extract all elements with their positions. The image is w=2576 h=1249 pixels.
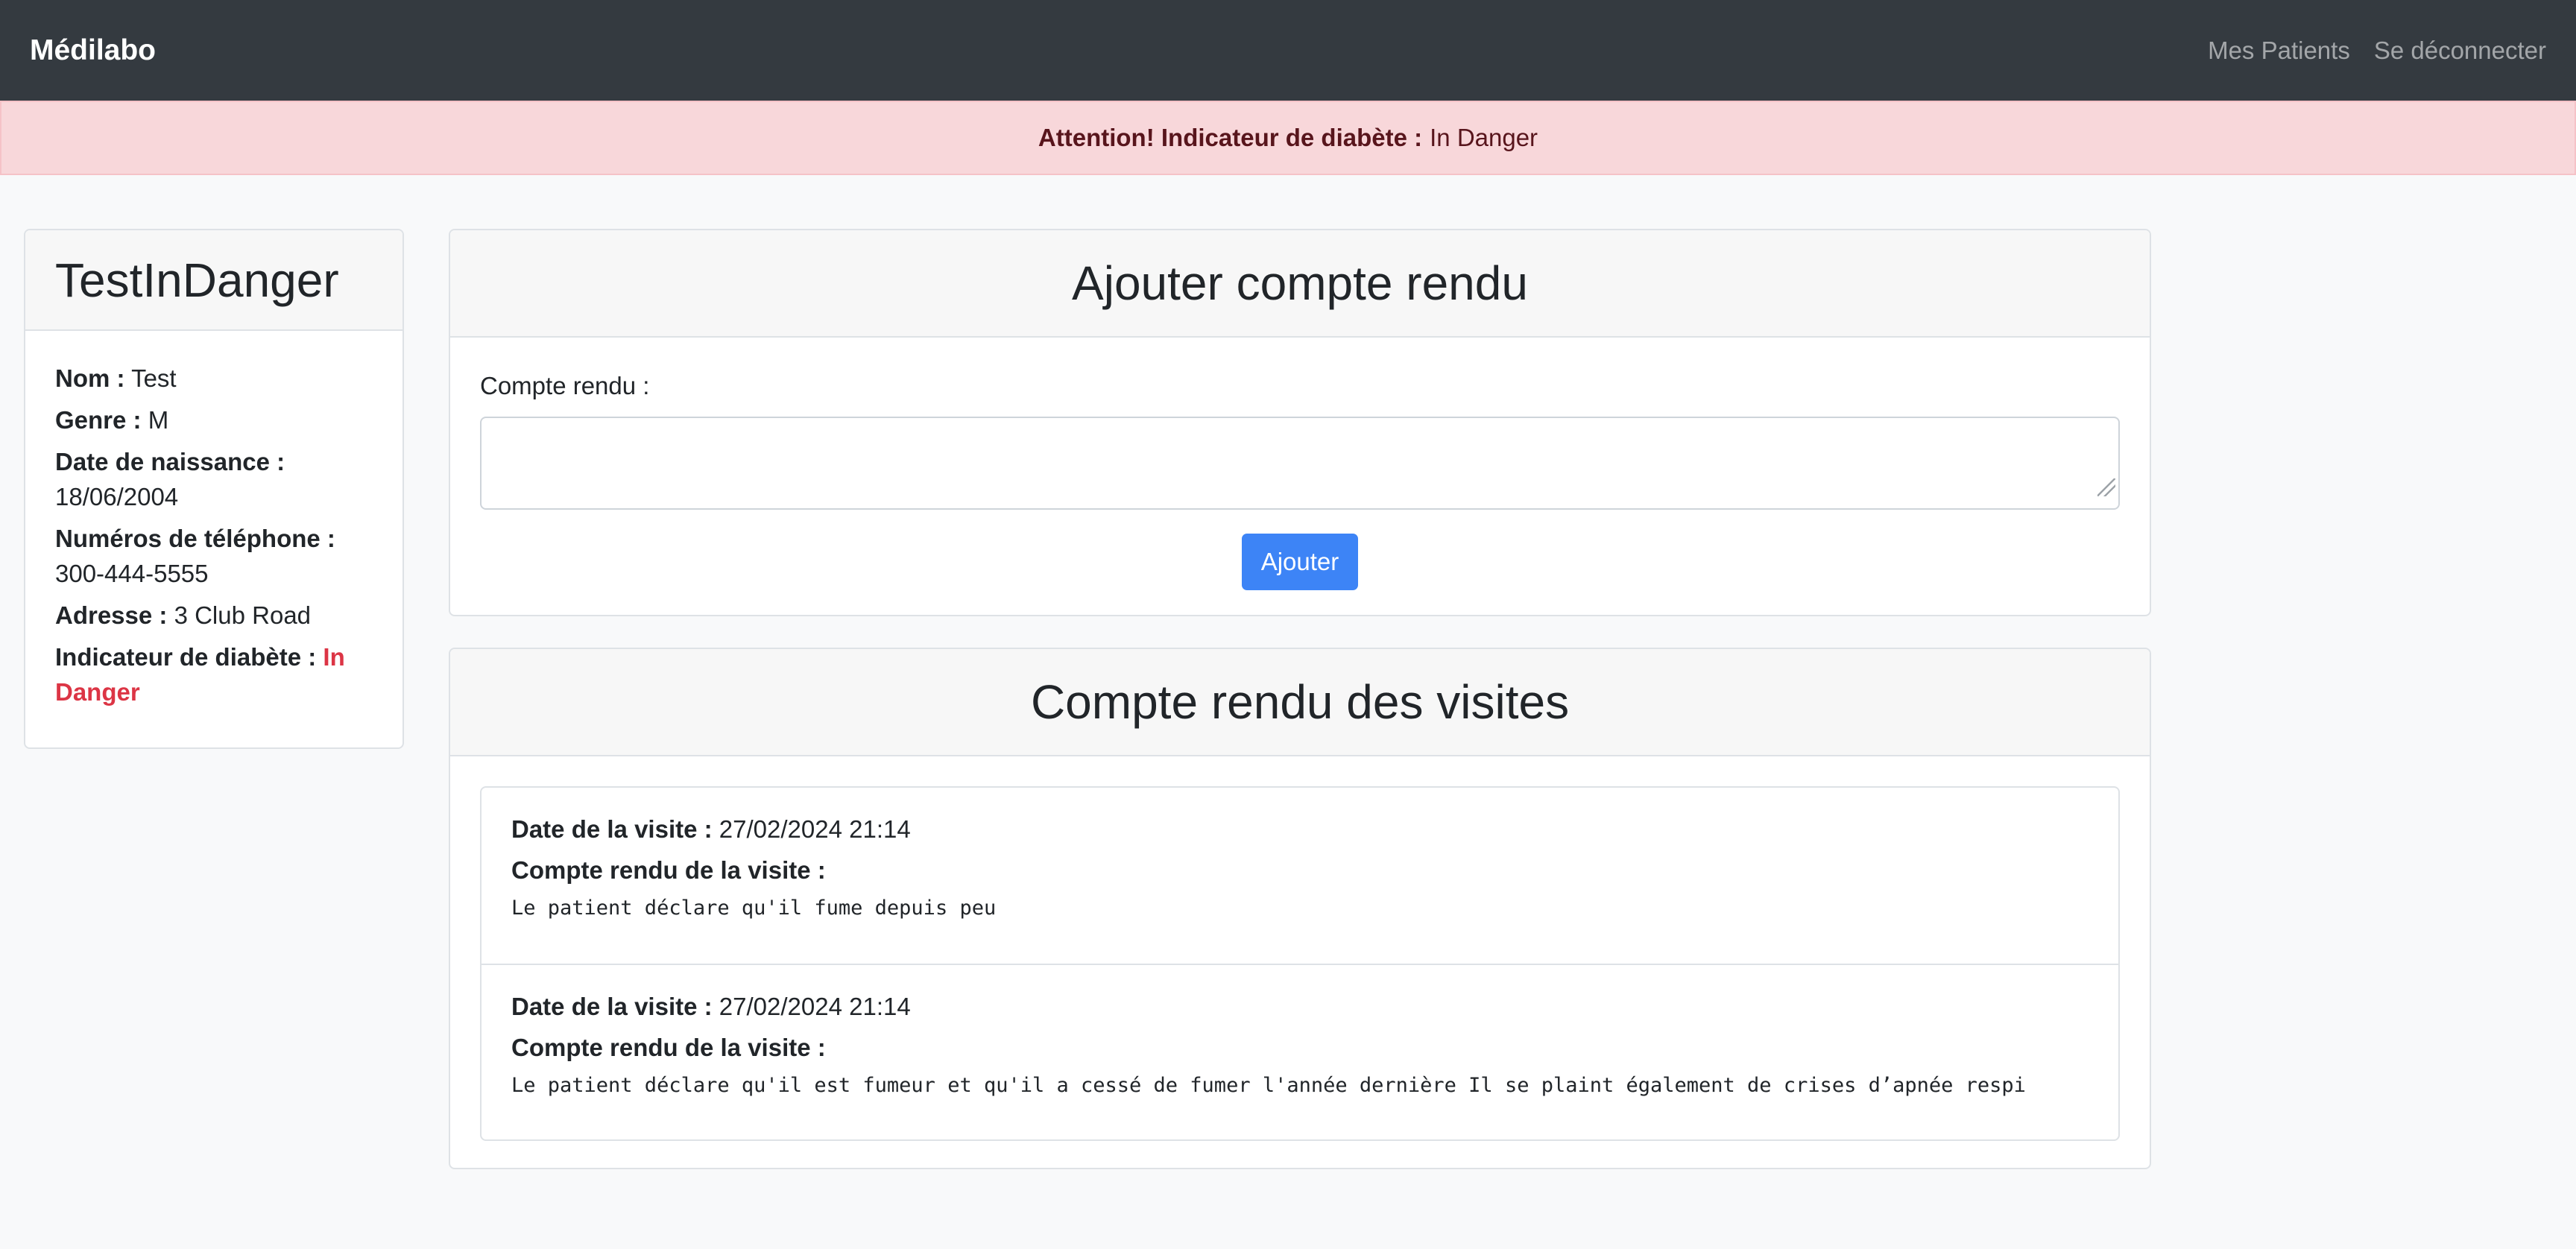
- visits-body: Date de la visite : 27/02/2024 21:14 Com…: [450, 756, 2150, 1168]
- nav-link-mes-patients[interactable]: Mes Patients: [2208, 37, 2350, 65]
- visit-note-label: Compte rendu de la visite :: [511, 1034, 826, 1061]
- patient-info: Nom : Test Genre : M Date de naissance :…: [25, 331, 402, 746]
- visit-list: Date de la visite : 27/02/2024 21:14 Com…: [480, 786, 2120, 1141]
- patient-card: TestInDanger Nom : Test Genre : M Date d…: [24, 229, 404, 749]
- visit-date-value: 27/02/2024 21:14: [719, 993, 911, 1020]
- visit-item: Date de la visite : 27/02/2024 21:14 Com…: [482, 964, 2118, 1139]
- visit-note-label: Compte rendu de la visite :: [511, 856, 826, 884]
- add-note-card: Ajouter compte rendu Compte rendu : Ajou…: [449, 229, 2151, 616]
- alert-label: Attention! Indicateur de diabète :: [1038, 124, 1423, 151]
- patient-genre-value: M: [148, 406, 169, 434]
- visits-card: Compte rendu des visites Date de la visi…: [449, 648, 2151, 1169]
- patient-nom-value: Test: [131, 364, 177, 392]
- patient-dob-row: Date de naissance : 18/06/2004: [55, 444, 373, 514]
- visit-note-text: Le patient déclare qu'il fume depuis peu: [511, 897, 997, 920]
- textarea-resize-icon[interactable]: [2097, 478, 2115, 496]
- note-field-label: Compte rendu :: [480, 372, 650, 399]
- patient-phone-value: 300-444-5555: [55, 560, 209, 587]
- visits-title: Compte rendu des visites: [450, 649, 2150, 756]
- add-note-button[interactable]: Ajouter: [1242, 534, 1358, 590]
- nav-link-logout[interactable]: Se déconnecter: [2374, 37, 2546, 65]
- visit-date-row: Date de la visite : 27/02/2024 21:14: [511, 986, 2089, 1027]
- add-note-title: Ajouter compte rendu: [450, 230, 2150, 338]
- patient-address-row: Adresse : 3 Club Road: [55, 598, 373, 633]
- add-button-row: Ajouter: [480, 534, 2120, 590]
- visit-date-label: Date de la visite :: [511, 815, 713, 843]
- visit-date-row: Date de la visite : 27/02/2024 21:14: [511, 809, 2089, 850]
- patient-dob-label: Date de naissance :: [55, 448, 285, 475]
- alert-value: In Danger: [1430, 124, 1538, 151]
- visit-date-label: Date de la visite :: [511, 993, 713, 1020]
- visit-date-value: 27/02/2024 21:14: [719, 815, 911, 843]
- visit-note-text: Le patient déclare qu'il est fumeur et q…: [511, 1074, 2026, 1097]
- patient-nom-label: Nom :: [55, 364, 125, 392]
- visit-item: Date de la visite : 27/02/2024 21:14 Com…: [482, 788, 2118, 964]
- patient-dob-value: 18/06/2004: [55, 483, 179, 510]
- brand-logo[interactable]: Médilabo: [30, 34, 156, 67]
- patient-phone-row: Numéros de téléphone : 300-444-5555: [55, 521, 373, 591]
- patient-phone-label: Numéros de téléphone :: [55, 525, 335, 552]
- top-navbar: Médilabo Mes Patients Se déconnecter: [0, 0, 2576, 101]
- patient-genre-row: Genre : M: [55, 402, 373, 437]
- add-note-form: Compte rendu : Ajouter: [450, 338, 2150, 590]
- diabetes-alert: Attention! Indicateur de diabète : In Da…: [0, 101, 2576, 175]
- patient-address-label: Adresse :: [55, 601, 168, 629]
- note-textarea[interactable]: [480, 417, 2120, 510]
- patient-genre-label: Genre :: [55, 406, 142, 434]
- patient-indicator-row: Indicateur de diabète : In Danger: [55, 639, 373, 709]
- nav-links: Mes Patients Se déconnecter: [2208, 37, 2546, 65]
- patient-name: TestInDanger: [25, 230, 402, 331]
- patient-nom-row: Nom : Test: [55, 361, 373, 396]
- patient-address-value: 3 Club Road: [174, 601, 312, 629]
- patient-indicator-label: Indicateur de diabète :: [55, 643, 317, 671]
